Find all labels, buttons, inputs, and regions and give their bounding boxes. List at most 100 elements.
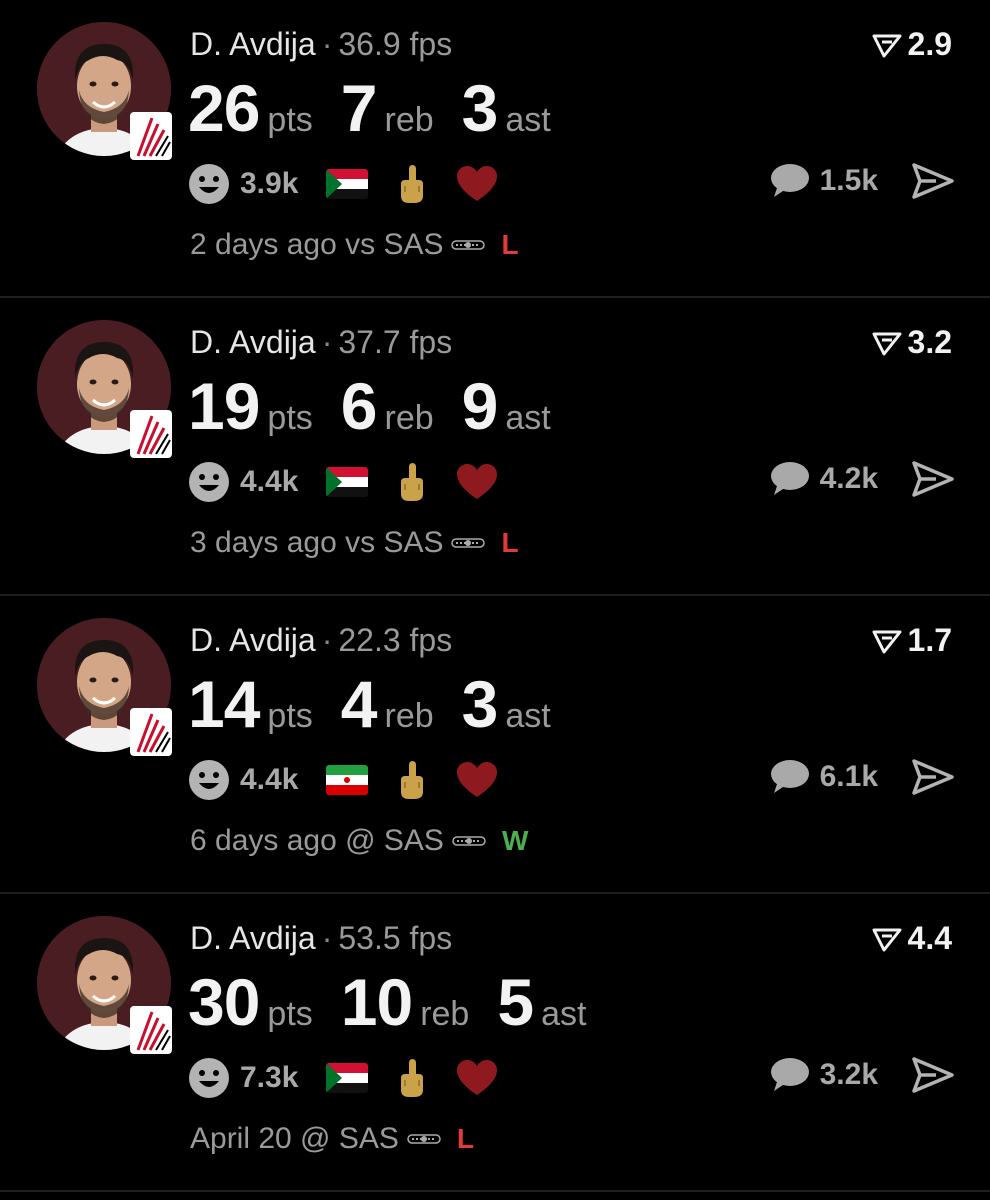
- comment-count: 3.2k: [819, 1058, 878, 1091]
- sudan-flag-icon: [326, 169, 369, 199]
- reactions-bar: 4.4k: [188, 461, 498, 503]
- fantasy-points: 36.9 fps: [338, 26, 453, 62]
- spurs-logo: [451, 538, 486, 548]
- smiley-icon[interactable]: [188, 461, 230, 503]
- points-value: 26: [188, 71, 260, 145]
- separator-dot: ·: [321, 920, 333, 956]
- assists-label: ast: [541, 995, 587, 1033]
- flag-reaction[interactable]: [326, 169, 369, 199]
- post-header: D. Avdija · 37.7 fps: [190, 324, 452, 361]
- points-label: pts: [267, 995, 313, 1033]
- reaction-count: 7.3k: [240, 1061, 299, 1094]
- sudan-flag-icon: [326, 467, 369, 497]
- assists-value: 9: [461, 369, 499, 443]
- stat-line: 14 pts 4 reb 3 ast: [188, 666, 579, 742]
- stat-line: 30 pts 10 reb 5 ast: [188, 964, 614, 1040]
- comment-bubble-icon[interactable]: [768, 1057, 810, 1093]
- comment-bubble-icon[interactable]: [768, 163, 810, 199]
- rating[interactable]: 2.9: [872, 26, 952, 63]
- rating-value: 1.7: [907, 622, 952, 658]
- post-header: D. Avdija · 36.9 fps: [190, 26, 452, 63]
- heart-icon[interactable]: [456, 165, 498, 203]
- middle-finger-icon[interactable]: [398, 760, 426, 800]
- comment-bubble-icon[interactable]: [768, 461, 810, 497]
- heart-icon[interactable]: [456, 463, 498, 501]
- points-label: pts: [267, 101, 313, 139]
- spurs-logo: [407, 1134, 441, 1144]
- rating-icon: [872, 630, 902, 653]
- fantasy-points: 22.3 fps: [338, 622, 453, 658]
- feed: D. Avdija · 36.9 fps 2.9 26 pts 7 reb 3 ast 3…: [0, 0, 990, 1200]
- middle-finger-icon[interactable]: [398, 1058, 426, 1098]
- separator-dot: ·: [321, 622, 333, 658]
- share-arrow-icon[interactable]: [912, 759, 954, 795]
- smiley-icon[interactable]: [188, 163, 230, 205]
- comment-bubble-icon[interactable]: [768, 759, 810, 795]
- comments-area: 4.2k: [768, 461, 954, 497]
- smiley-icon[interactable]: [188, 759, 230, 801]
- rebounds-label: reb: [420, 995, 470, 1033]
- trail-blazers-logo: [130, 1006, 172, 1054]
- rating-icon: [872, 332, 902, 355]
- flag-reaction[interactable]: [326, 467, 369, 497]
- heart-icon[interactable]: [456, 1059, 498, 1097]
- flag-reaction[interactable]: [326, 765, 369, 795]
- share-arrow-icon[interactable]: [912, 1057, 954, 1093]
- trail-blazers-logo: [130, 708, 172, 756]
- comment-count: 4.2k: [819, 462, 878, 495]
- game-info[interactable]: 6 days ago @ SAS W: [190, 824, 528, 858]
- player-name[interactable]: D. Avdija: [190, 622, 316, 658]
- smiley-icon[interactable]: [188, 1057, 230, 1099]
- game-info[interactable]: 2 days ago vs SAS L: [190, 228, 519, 262]
- separator-dot: ·: [321, 324, 333, 360]
- share-arrow-icon[interactable]: [912, 461, 954, 497]
- post-header: D. Avdija · 22.3 fps: [190, 622, 452, 659]
- rating-icon: [872, 928, 902, 951]
- iran-flag-icon: [326, 765, 369, 795]
- rebounds-value: 4: [340, 667, 378, 741]
- player-name[interactable]: D. Avdija: [190, 920, 316, 956]
- player-name[interactable]: D. Avdija: [190, 324, 316, 360]
- game-info[interactable]: 3 days ago vs SAS L: [190, 526, 519, 560]
- post-card[interactable]: D. Avdija · 53.5 fps 4.4 30 pts 10 reb 5 ast …: [0, 894, 990, 1192]
- player-name[interactable]: D. Avdija: [190, 26, 316, 62]
- reaction-count: 4.4k: [240, 465, 299, 498]
- rating-icon: [872, 34, 902, 57]
- heart-icon[interactable]: [456, 761, 498, 799]
- points-label: pts: [267, 697, 313, 735]
- rating-value: 2.9: [907, 26, 952, 62]
- points-value: 19: [188, 369, 260, 443]
- game-info[interactable]: April 20 @ SAS L: [190, 1122, 474, 1156]
- assists-label: ast: [505, 697, 551, 735]
- post-card[interactable]: D. Avdija · 37.7 fps 3.2 19 pts 6 reb 9 ast 4…: [0, 298, 990, 596]
- assists-value: 3: [461, 667, 499, 741]
- post-card[interactable]: D. Avdija · 36.9 fps 2.9 26 pts 7 reb 3 ast 3…: [0, 0, 990, 298]
- trail-blazers-logo: [130, 410, 172, 458]
- flag-reaction[interactable]: [326, 1063, 369, 1093]
- rating-value: 4.4: [907, 920, 952, 956]
- game-result: L: [456, 1123, 474, 1154]
- middle-finger-icon[interactable]: [398, 164, 426, 204]
- post-header: D. Avdija · 53.5 fps: [190, 920, 452, 957]
- spurs-logo: [451, 240, 486, 250]
- rebounds-label: reb: [384, 101, 434, 139]
- game-result: L: [501, 527, 519, 558]
- points-label: pts: [267, 399, 313, 437]
- trail-blazers-logo: [130, 112, 172, 160]
- rebounds-label: reb: [384, 399, 434, 437]
- middle-finger-icon[interactable]: [398, 462, 426, 502]
- rating[interactable]: 1.7: [872, 622, 952, 659]
- reactions-bar: 7.3k: [188, 1057, 498, 1099]
- game-result: L: [501, 229, 519, 260]
- rating[interactable]: 3.2: [872, 324, 952, 361]
- game-time-opponent: 6 days ago @ SAS: [190, 824, 444, 857]
- post-card[interactable]: D. Avdija · 22.3 fps 1.7 14 pts 4 reb 3 ast 4…: [0, 596, 990, 894]
- points-value: 30: [188, 965, 260, 1039]
- reaction-count: 4.4k: [240, 763, 299, 796]
- assists-label: ast: [505, 399, 551, 437]
- rating[interactable]: 4.4: [872, 920, 952, 957]
- share-arrow-icon[interactable]: [912, 163, 954, 199]
- comment-count: 1.5k: [819, 164, 878, 197]
- rating-value: 3.2: [907, 324, 952, 360]
- points-value: 14: [188, 667, 260, 741]
